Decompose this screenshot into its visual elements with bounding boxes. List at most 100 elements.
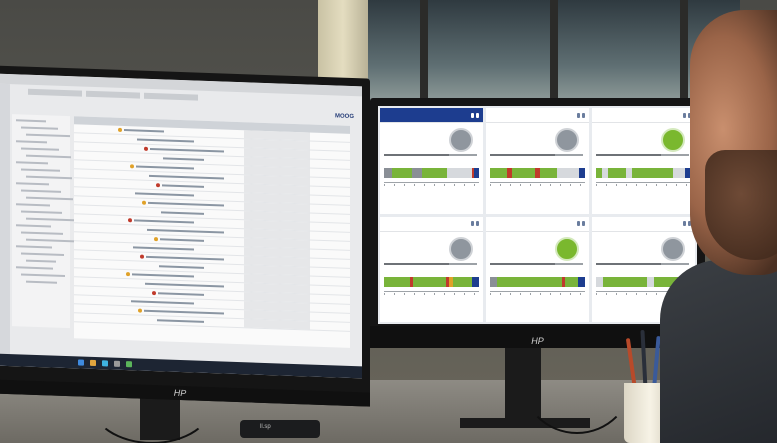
tree-item[interactable] bbox=[16, 161, 48, 165]
timeline-segment bbox=[474, 168, 479, 178]
status-dot bbox=[152, 291, 156, 296]
person-shoulder bbox=[660, 260, 777, 443]
browser-icon[interactable] bbox=[102, 360, 108, 367]
menu-icon[interactable] bbox=[577, 221, 580, 226]
app-tab[interactable] bbox=[28, 88, 82, 97]
tree-item[interactable] bbox=[21, 252, 64, 256]
status-dot bbox=[130, 164, 134, 169]
timeline-segment bbox=[384, 276, 411, 287]
tree-item[interactable] bbox=[21, 147, 59, 151]
axis-ticks bbox=[384, 184, 479, 186]
app-tab[interactable] bbox=[86, 90, 140, 99]
tree-item[interactable] bbox=[16, 140, 47, 144]
tile-icons bbox=[471, 221, 479, 226]
axis-ticks bbox=[490, 184, 585, 186]
gantt-grid bbox=[74, 116, 350, 348]
tile-value bbox=[596, 154, 666, 156]
tile-subvalue bbox=[555, 154, 583, 156]
tile-header bbox=[592, 217, 695, 232]
settings-icon[interactable] bbox=[476, 221, 479, 226]
tile-subvalue bbox=[449, 262, 477, 265]
timeline-segment bbox=[578, 276, 585, 287]
timeline-segment bbox=[673, 168, 686, 178]
app-tab[interactable] bbox=[144, 92, 198, 101]
tree-item[interactable] bbox=[16, 266, 53, 270]
state-timeline bbox=[490, 168, 585, 178]
task-bar bbox=[124, 129, 164, 133]
tile-header bbox=[592, 108, 695, 123]
tree-item[interactable] bbox=[21, 210, 62, 214]
menu-icon[interactable] bbox=[683, 112, 686, 118]
menu-icon[interactable] bbox=[471, 221, 474, 226]
settings-icon[interactable] bbox=[476, 112, 479, 118]
machine-tile[interactable] bbox=[380, 216, 483, 322]
task-bar bbox=[149, 174, 224, 180]
timeline-segment bbox=[490, 168, 507, 178]
status-indicator bbox=[555, 128, 579, 152]
tile-header bbox=[380, 217, 483, 232]
tree-item[interactable] bbox=[26, 238, 75, 243]
menu-icon[interactable] bbox=[471, 112, 474, 118]
timeline-segment bbox=[540, 168, 557, 178]
state-timeline bbox=[490, 276, 585, 287]
timeline-area bbox=[244, 319, 310, 330]
tree-item[interactable] bbox=[26, 280, 57, 284]
tile-value bbox=[596, 262, 666, 265]
timeline-segment bbox=[496, 276, 563, 287]
machine-tile[interactable] bbox=[380, 108, 483, 214]
left-monitor: MOOG HP bbox=[0, 65, 370, 407]
cable bbox=[520, 320, 634, 434]
tree-item[interactable] bbox=[26, 175, 72, 180]
tree-item[interactable] bbox=[26, 196, 73, 201]
menu-icon[interactable] bbox=[577, 112, 580, 118]
window-frame bbox=[420, 0, 428, 110]
tree-item[interactable] bbox=[21, 126, 58, 130]
timeline-segment bbox=[472, 276, 479, 287]
tile-icons bbox=[471, 112, 479, 118]
tree-item[interactable] bbox=[21, 231, 63, 235]
tile-header bbox=[380, 108, 483, 123]
menu-icon[interactable] bbox=[683, 221, 686, 226]
tile-value bbox=[490, 262, 560, 265]
task-bar bbox=[150, 147, 224, 153]
tree-item[interactable] bbox=[26, 154, 71, 159]
timeline-segment bbox=[421, 168, 447, 178]
task-bar bbox=[137, 138, 194, 143]
settings-icon[interactable] bbox=[582, 221, 585, 226]
windows-start-icon[interactable] bbox=[78, 359, 84, 366]
tree-item[interactable] bbox=[16, 245, 52, 249]
axis-ticks bbox=[596, 184, 691, 186]
settings-icon[interactable] bbox=[582, 112, 585, 118]
machine-dashboard bbox=[378, 106, 697, 324]
machine-tile[interactable] bbox=[486, 216, 589, 322]
tree-item[interactable] bbox=[21, 168, 60, 172]
desk-device: ll.sp bbox=[240, 420, 320, 438]
tree-item[interactable] bbox=[21, 273, 65, 277]
timeline-segment bbox=[411, 168, 422, 178]
timeline-axis bbox=[596, 182, 691, 183]
task-bar bbox=[134, 219, 194, 224]
state-timeline bbox=[384, 168, 479, 178]
timeline-axis bbox=[490, 182, 585, 183]
tree-item[interactable] bbox=[16, 182, 49, 186]
task-bar bbox=[162, 184, 204, 188]
cable bbox=[90, 360, 214, 443]
task-bar bbox=[147, 228, 224, 234]
machine-tile[interactable] bbox=[486, 108, 589, 214]
status-dot bbox=[126, 272, 130, 277]
window bbox=[360, 0, 740, 110]
tree-item[interactable] bbox=[16, 203, 50, 207]
tree-item[interactable] bbox=[26, 133, 70, 138]
tile-value bbox=[384, 154, 454, 156]
tree-item[interactable] bbox=[16, 119, 46, 123]
timeline-segment bbox=[631, 168, 674, 178]
machine-tile[interactable] bbox=[592, 108, 695, 214]
timeline-segment bbox=[391, 168, 412, 178]
tree-item[interactable] bbox=[21, 189, 61, 193]
axis-ticks bbox=[384, 292, 479, 295]
folder-icon[interactable] bbox=[90, 359, 96, 367]
tree-item[interactable] bbox=[26, 217, 74, 222]
timeline-segment bbox=[413, 276, 447, 287]
tree-item[interactable] bbox=[26, 259, 56, 263]
tree-item[interactable] bbox=[16, 224, 51, 228]
